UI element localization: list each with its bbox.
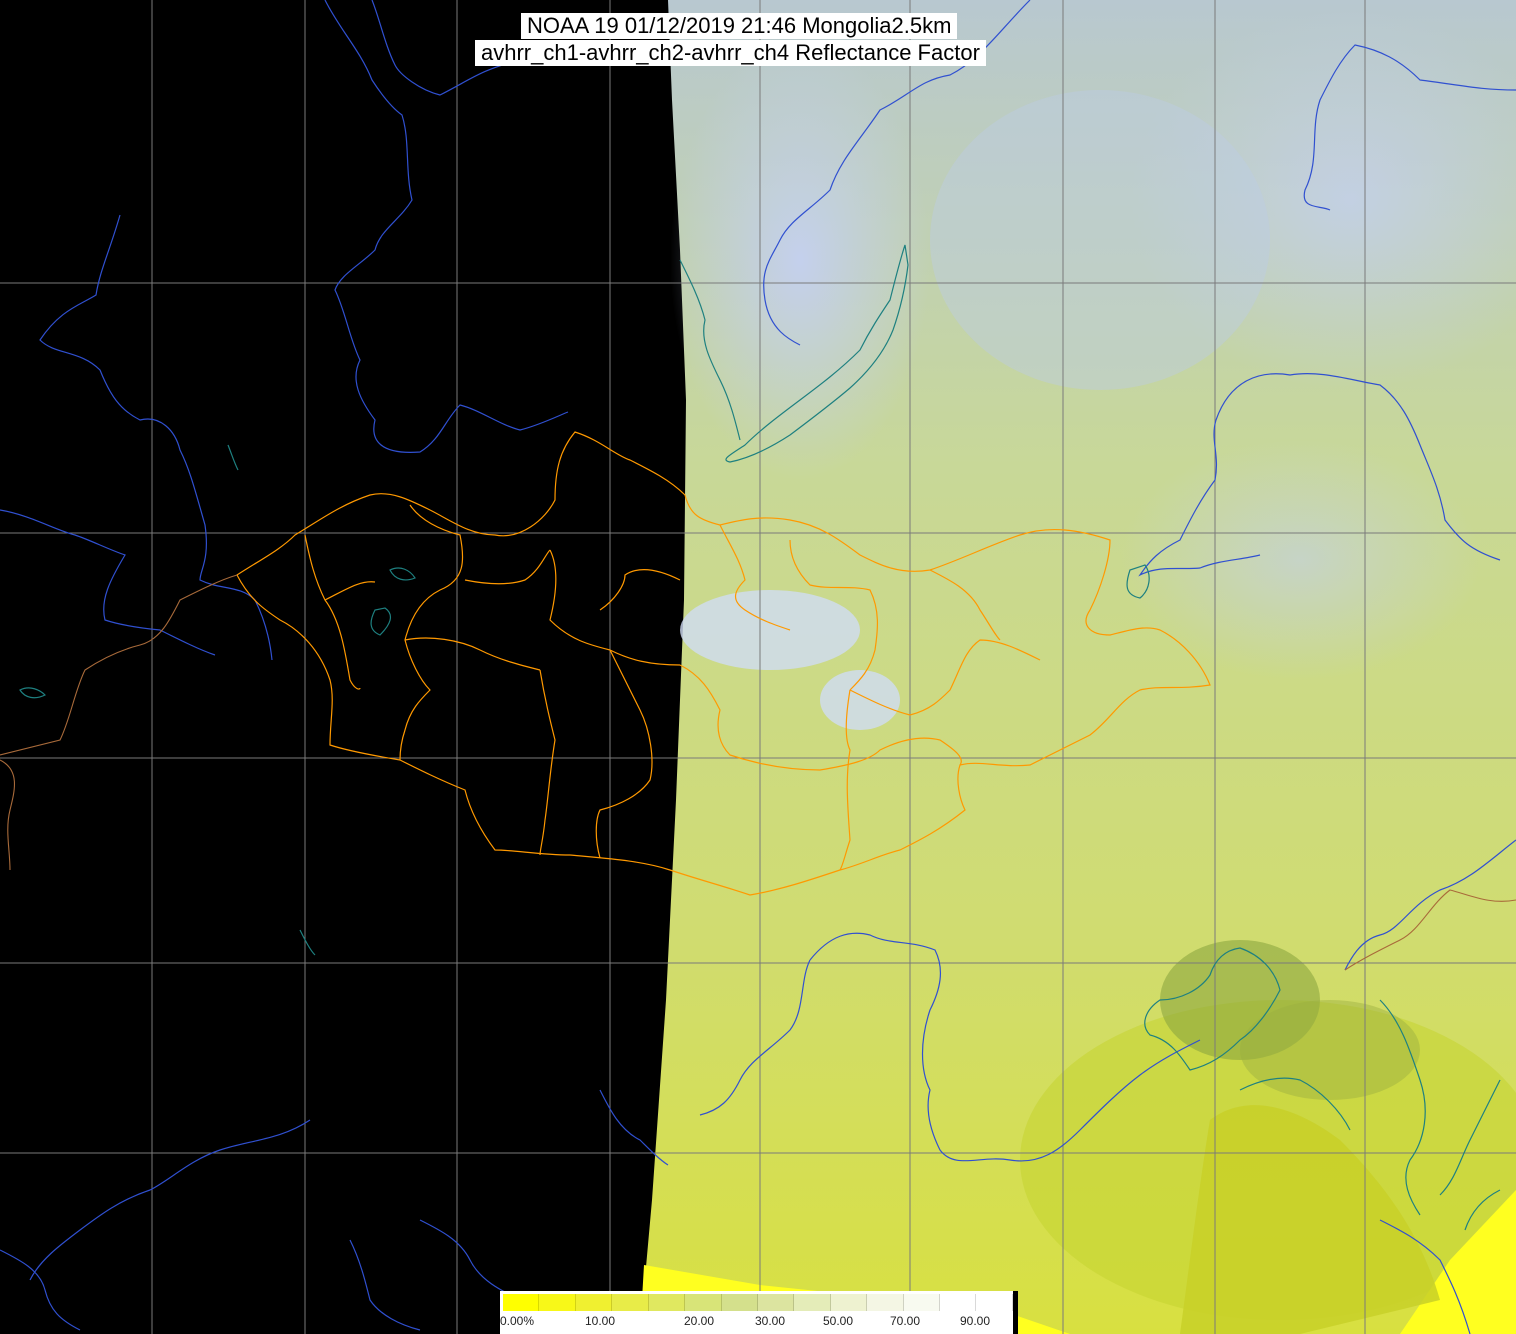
imagery-swath	[640, 0, 1516, 1334]
legend-color-segment	[757, 1294, 795, 1311]
legend-label: 10.00	[585, 1314, 616, 1328]
legend-label: 90.00	[960, 1314, 991, 1328]
legend-color-segment	[940, 1294, 977, 1311]
legend-color-segment	[575, 1294, 613, 1311]
legend-color-segment	[794, 1294, 831, 1311]
legend-label: 70.00	[890, 1314, 921, 1328]
legend-labels: 0.00% 10.00 20.00 30.00 50.00 70.00 90.0…	[500, 1312, 1018, 1332]
legend-color-segment	[612, 1294, 649, 1311]
legend-color-bar	[503, 1294, 1013, 1311]
legend-color-segment	[685, 1294, 722, 1311]
legend-color-segment	[867, 1294, 904, 1311]
legend-label: 20.00	[684, 1314, 715, 1328]
legend-color-segment	[721, 1294, 758, 1311]
legend-label: 30.00	[755, 1314, 786, 1328]
legend-edge	[1013, 1291, 1018, 1334]
legend-color-segment	[903, 1294, 941, 1311]
map-title-line1: NOAA 19 01/12/2019 21:46 Mongolia2.5km	[521, 13, 958, 39]
map-title-line2: avhrr_ch1-avhrr_ch2-avhrr_ch4 Reflectanc…	[475, 40, 986, 66]
legend-color-segment	[976, 1294, 1013, 1311]
satellite-map	[0, 0, 1516, 1334]
legend-label: 0.00%	[500, 1314, 535, 1328]
legend-color-segment	[830, 1294, 868, 1311]
color-legend: 0.00% 10.00 20.00 30.00 50.00 70.00 90.0…	[500, 1291, 1018, 1334]
legend-color-segment	[648, 1294, 686, 1311]
legend-label: 50.00	[823, 1314, 854, 1328]
legend-color-segment	[539, 1294, 576, 1311]
legend-color-segment	[503, 1294, 540, 1311]
